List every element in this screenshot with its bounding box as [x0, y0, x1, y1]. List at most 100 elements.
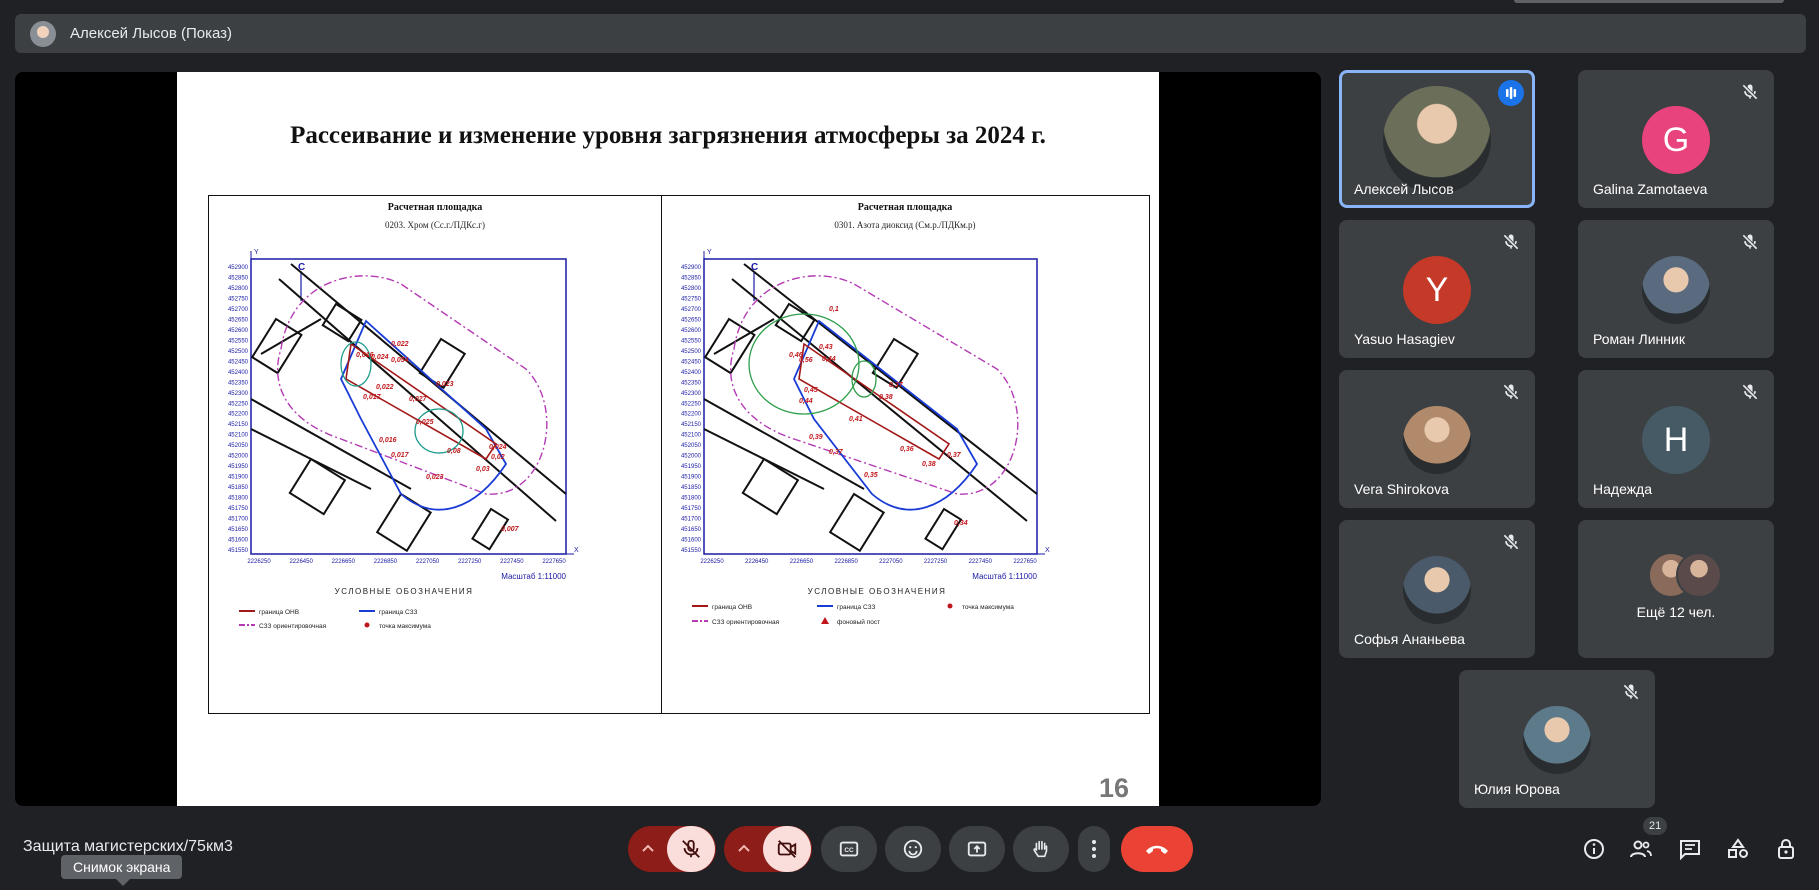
value-label: 0,34 [954, 520, 968, 527]
legend-label: СЗЗ ориентировочная [712, 619, 780, 626]
isoline [340, 341, 372, 387]
participant-tile[interactable]: Y Yasuo Hasagiev [1339, 220, 1535, 358]
activities-button[interactable] [1726, 837, 1750, 861]
x-tick-label: 2226250 [700, 559, 724, 565]
map-left-drawing: Y X 452900 452850 452800 452750 452700 452650 45… [228, 249, 579, 630]
value-label: 0,022 [391, 341, 409, 348]
road-line [713, 318, 775, 355]
x-tick-label: 2227650 [1013, 559, 1037, 565]
participant-initial-avatar: G [1642, 106, 1710, 174]
camera-options-button[interactable] [725, 842, 763, 856]
participant-tile[interactable]: Софья Ананьева [1339, 520, 1535, 658]
participant-tile[interactable]: Алексей Лысов [1339, 70, 1535, 208]
leave-call-button[interactable] [1121, 826, 1193, 872]
more-options-button[interactable] [1078, 826, 1110, 872]
legend-label: точка максимума [379, 623, 431, 630]
building [250, 317, 303, 375]
y-tick-label: 451900 [681, 475, 702, 481]
y-tick-label: 452900 [681, 265, 702, 271]
y-tick-label: 451750 [228, 506, 249, 512]
y-tick-label: 452500 [228, 349, 249, 355]
y-tick-label: 452750 [681, 296, 702, 302]
value-label: 0,38 [879, 394, 893, 401]
y-tick-label: 451850 [228, 485, 249, 491]
y-tick-label: 452700 [681, 307, 702, 313]
more-participants-avatar [1676, 552, 1722, 598]
participant-tile[interactable]: H Надежда [1578, 370, 1774, 508]
y-tick-label: 452050 [228, 443, 249, 449]
participant-tile[interactable]: G Galina Zamotaeva [1578, 70, 1774, 208]
y-tick-label: 452100 [228, 433, 249, 439]
mic-muted-icon [1740, 232, 1760, 252]
raise-hand-button[interactable] [1013, 826, 1069, 872]
presenter-bar: Алексей Лысов (Показ) [15, 14, 1806, 53]
x-axis-label: X [1045, 547, 1050, 554]
x-tick-label: 2227050 [879, 559, 903, 565]
present-button[interactable] [949, 826, 1005, 872]
map-frame [250, 258, 567, 555]
value-label: 0,03 [476, 466, 490, 473]
value-label: 0,44 [799, 398, 813, 405]
meeting-name: Защита магистерских/75км3 [23, 838, 233, 855]
value-label: 0,023 [436, 381, 454, 388]
reactions-button[interactable] [885, 826, 941, 872]
y-tick-label: 452600 [228, 328, 249, 334]
value-label: 0,35 [864, 472, 878, 479]
chat-button[interactable] [1678, 837, 1702, 861]
value-label: 0,08 [447, 448, 461, 455]
people-button[interactable] [1629, 837, 1653, 861]
value-label: 0,39 [809, 434, 823, 441]
value-label: 0,017 [363, 394, 382, 401]
mic-toggle-button[interactable] [667, 826, 715, 872]
building [703, 317, 756, 375]
emoji-icon [903, 839, 923, 859]
value-label: 0,44 [822, 356, 836, 363]
y-tick-label: 451700 [228, 517, 249, 523]
y-tick-label: 452100 [681, 433, 702, 439]
building [774, 302, 816, 343]
building [741, 457, 800, 516]
lock-person-icon [1778, 839, 1794, 859]
participant-tile[interactable]: Ещё 12 чел. [1578, 520, 1774, 658]
y-tick-label: 451950 [228, 464, 249, 470]
participant-tile[interactable]: Роман Линник [1578, 220, 1774, 358]
presenter-title: Алексей Лысов (Показ) [70, 25, 233, 42]
y-tick-label: 452850 [681, 275, 702, 281]
participant-tile[interactable]: Vera Shirokova [1339, 370, 1535, 508]
mic-muted-icon [1501, 232, 1521, 252]
value-label: 0,38 [922, 461, 936, 468]
value-label: 0,022 [376, 384, 394, 391]
chevron-up-icon [738, 844, 750, 852]
mic-muted-icon [1740, 82, 1760, 102]
camera-toggle-button[interactable] [763, 826, 811, 872]
road-line [260, 318, 322, 355]
y-tick-label: 452450 [228, 359, 249, 365]
x-tick-label: 2227250 [458, 559, 482, 565]
road-line [743, 263, 1038, 495]
y-tick-label: 452300 [228, 391, 249, 397]
legend-label: граница ОНВ [259, 609, 299, 616]
value-label: 0,025 [416, 419, 434, 426]
value-label: 0,36 [900, 446, 914, 453]
mic-options-button[interactable] [629, 842, 667, 856]
y-tick-label: 451800 [681, 496, 702, 502]
chevron-up-icon [642, 844, 654, 852]
value-label: 0,024 [371, 354, 389, 361]
presenter-avatar [30, 20, 56, 47]
chat-icon [1680, 840, 1700, 861]
y-tick-label: 452150 [681, 422, 702, 428]
map-left: Расчетная площадка 0203. Хром (Сс.г./ПДК… [209, 196, 662, 713]
captions-button[interactable]: CC [821, 826, 877, 872]
legend-swatch [947, 603, 953, 609]
y-tick-label: 451550 [228, 548, 249, 554]
more-vert-icon [1092, 840, 1096, 858]
x-tick-label: 2226450 [289, 559, 313, 565]
participant-tile[interactable]: Юлия Юрова [1459, 670, 1655, 808]
mic-muted-icon [1501, 382, 1521, 402]
legend-label: граница ОНВ [712, 604, 752, 611]
y-tick-label: 451850 [681, 485, 702, 491]
y-tick-label: 452200 [681, 412, 702, 418]
host-controls-button[interactable] [1774, 837, 1798, 861]
building [288, 457, 347, 516]
meeting-info-button[interactable] [1582, 837, 1606, 861]
